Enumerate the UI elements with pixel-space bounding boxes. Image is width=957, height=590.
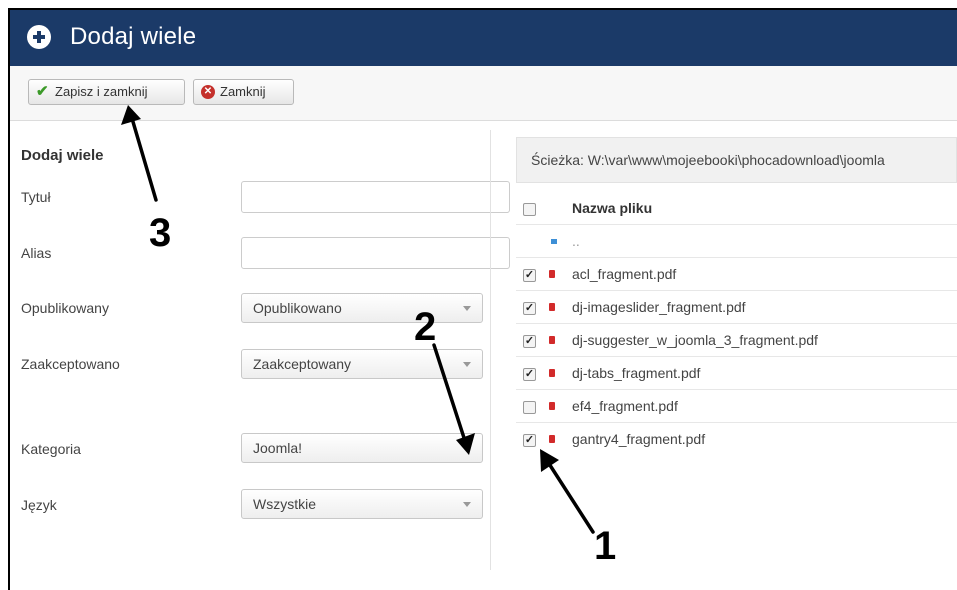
arrow-1-head <box>540 449 559 472</box>
arrow-2-head <box>456 433 475 455</box>
arrow-2-line <box>432 343 468 446</box>
annotation-arrows <box>121 105 595 534</box>
arrow-1-line <box>544 457 595 534</box>
annotation-number-3: 3 <box>149 211 172 255</box>
arrow-3-head <box>121 105 141 125</box>
annotation-number-2: 2 <box>414 305 437 349</box>
arrow-3-line <box>129 113 158 202</box>
annotation-number-1: 1 <box>594 524 617 568</box>
